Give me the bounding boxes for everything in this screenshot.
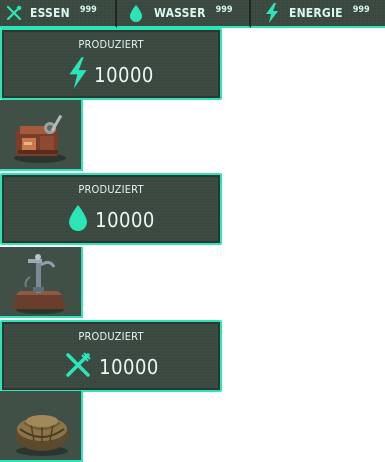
fork-knife-icon — [63, 350, 93, 384]
water-drop-icon — [127, 4, 145, 22]
food-basket-thumbnail[interactable] — [0, 391, 83, 462]
food-label: ESSEN — [30, 6, 70, 20]
production-value: 10000 — [2, 57, 220, 93]
water-resource: WASSER 999 — [117, 0, 251, 28]
water-label: WASSER — [154, 6, 206, 20]
water-production-panel[interactable]: PRODUZIERT 10000 — [0, 173, 222, 245]
fork-knife-icon — [5, 4, 23, 22]
energy-resource: ENERGIE 999 — [251, 0, 385, 28]
power-production-panel[interactable]: PRODUZIERT 10000 — [0, 28, 222, 100]
water-drop-icon — [67, 203, 89, 237]
production-amount: 10000 — [94, 63, 154, 87]
production-title: PRODUZIERT — [78, 330, 144, 343]
production-title: PRODUZIERT — [78, 183, 144, 196]
generator-image — [14, 114, 66, 163]
energy-label: ENERGIE — [289, 6, 343, 20]
water-pump-image — [12, 254, 66, 314]
production-value: 10000 — [2, 203, 220, 237]
energy-count: 999 — [352, 5, 370, 15]
resource-bar: ESSEN 999 WASSER 999 ENERGIE 999 — [0, 0, 385, 28]
power-generator-thumbnail[interactable] — [0, 100, 83, 171]
production-value: 10000 — [2, 350, 220, 384]
food-production-panel[interactable]: PRODUZIERT 10000 — [0, 320, 222, 392]
lightning-icon — [263, 3, 281, 23]
water-count: 999 — [215, 5, 233, 15]
production-amount: 10000 — [99, 355, 159, 379]
production-title: PRODUZIERT — [78, 38, 144, 51]
production-amount: 10000 — [95, 208, 155, 232]
food-count: 999 — [79, 5, 97, 15]
food-basket-image — [15, 415, 69, 456]
food-resource: ESSEN 999 — [0, 0, 117, 28]
water-pump-thumbnail[interactable] — [0, 247, 83, 318]
lightning-icon — [68, 57, 88, 93]
